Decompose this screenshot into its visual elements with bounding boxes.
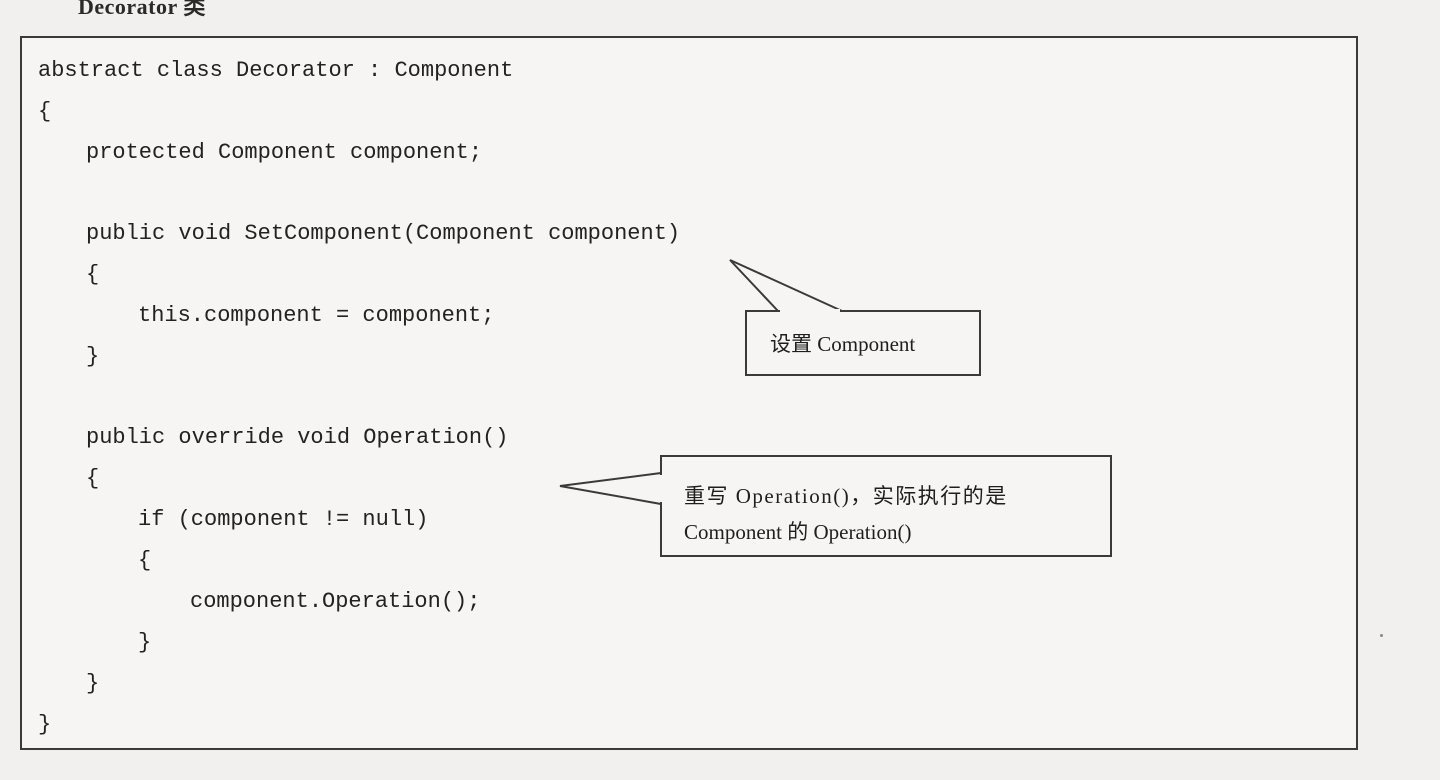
code-line: } xyxy=(138,630,152,655)
callout-set-component: 设置 Component xyxy=(745,310,981,376)
code-line: if (component != null) xyxy=(138,507,429,532)
callout-text-line: Component 的 Operation() xyxy=(684,520,912,544)
code-line: } xyxy=(86,344,100,369)
callout-text-line: 重写 Operation()，实际执行的是 xyxy=(684,484,1008,508)
code-line: { xyxy=(138,548,152,573)
code-line: protected Component component; xyxy=(86,140,483,165)
code-line: component.Operation(); xyxy=(190,589,481,614)
code-line: { xyxy=(86,262,100,287)
code-line: abstract class Decorator : Component xyxy=(38,58,514,83)
callout-text: 设置 Component xyxy=(770,332,916,356)
section-heading: Decorator 类 xyxy=(78,0,206,19)
code-line: public override void Operation() xyxy=(86,425,509,450)
code-line: { xyxy=(86,466,100,491)
code-line: } xyxy=(86,671,100,696)
code-line: this.component = component; xyxy=(138,303,495,328)
speck xyxy=(1380,634,1383,637)
code-line: { xyxy=(38,99,52,124)
callout-override-operation: 重写 Operation()，实际执行的是 Component 的 Operat… xyxy=(660,455,1112,557)
code-line: public void SetComponent(Component compo… xyxy=(86,221,681,246)
code-line: } xyxy=(38,712,52,737)
